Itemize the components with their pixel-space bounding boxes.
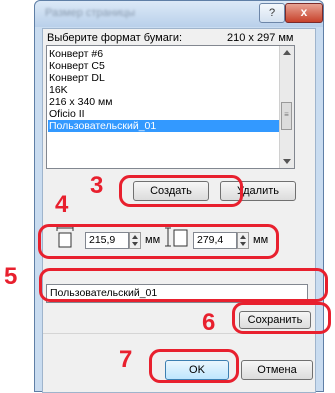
- list-item[interactable]: 216 x 340 мм: [49, 96, 112, 108]
- scroll-down-icon[interactable]: [283, 159, 291, 164]
- step-4-label: 4: [55, 191, 69, 218]
- list-item-selected[interactable]: Пользовательский_01: [48, 120, 281, 132]
- paper-format-list[interactable]: Конверт #6 Конверт C5 Конверт DL 16K 216…: [46, 45, 295, 169]
- scroll-up-icon[interactable]: [283, 50, 291, 55]
- highlight-save: [232, 302, 331, 334]
- format-size-text: 210 x 297 мм: [227, 32, 294, 44]
- cancel-button[interactable]: Отмена: [241, 360, 313, 380]
- window-title: Размер страницы: [45, 7, 136, 19]
- step-7-label: 7: [119, 346, 133, 373]
- highlight-ok: [149, 349, 239, 383]
- dialog-body: Выберите формат бумаги: 210 x 297 мм Кон…: [42, 28, 316, 393]
- list-scrollbar[interactable]: ≡: [279, 46, 294, 168]
- list-item[interactable]: 16K: [49, 84, 68, 96]
- highlight-create: [119, 175, 243, 207]
- list-item[interactable]: Oficio II: [49, 108, 85, 120]
- highlight-name: [39, 268, 328, 302]
- format-label: Выберите формат бумаги:: [47, 32, 183, 44]
- step-3-label: 3: [90, 172, 104, 199]
- step-6-label: 6: [202, 309, 216, 336]
- highlight-dimensions: [38, 224, 279, 259]
- list-item[interactable]: Конверт DL: [49, 72, 105, 84]
- scroll-thumb[interactable]: ≡: [281, 102, 292, 130]
- list-item[interactable]: Конверт #6: [49, 48, 103, 60]
- close-button[interactable]: x: [285, 3, 323, 23]
- list-item[interactable]: Конверт C5: [49, 60, 105, 72]
- help-button[interactable]: ?: [259, 3, 285, 23]
- step-5-label: 5: [4, 263, 18, 290]
- title-bar[interactable]: Размер страницы ? x: [35, 1, 323, 27]
